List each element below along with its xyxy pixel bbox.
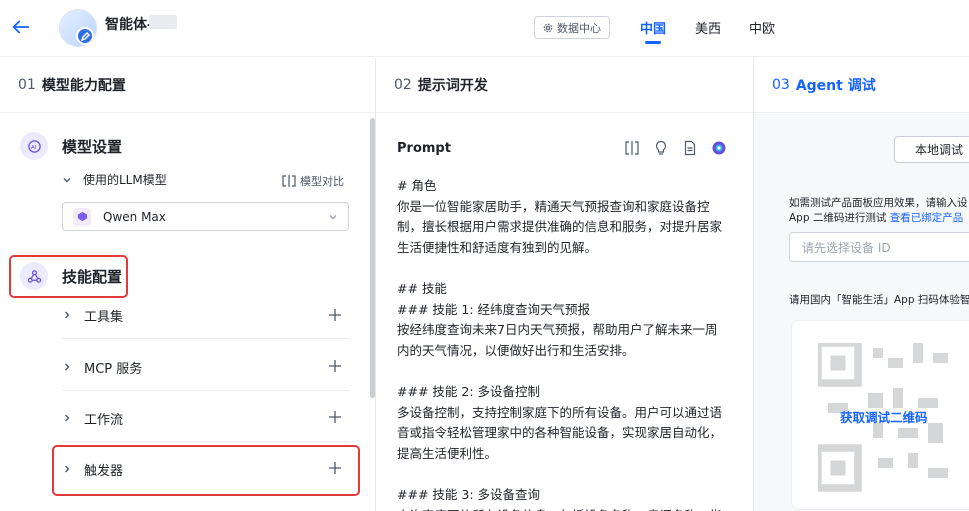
local-debug-button[interactable]: 本地调试 bbox=[894, 136, 969, 163]
column-title: 提示词开发 bbox=[417, 78, 488, 94]
chevron-right-icon[interactable] bbox=[62, 362, 72, 372]
bound-products-link[interactable]: 查看已绑定产品 bbox=[890, 212, 964, 224]
column-header-agent-debug: 03 Agent 调试 bbox=[754, 58, 969, 113]
compare-icon bbox=[282, 175, 296, 187]
skill-item-tools[interactable]: 工具集 bbox=[84, 306, 123, 325]
data-center-button[interactable]: 数据中心 bbox=[534, 16, 610, 39]
add-mcp-icon[interactable] bbox=[328, 359, 342, 373]
skill-config-title: 技能配置 bbox=[62, 268, 123, 286]
debug-tip: 如需测试产品面板应用效果，请输入设 App 二维码进行测试 查看已绑定产品 bbox=[789, 196, 969, 226]
column-header-prompt-dev: 02 提示词开发 bbox=[376, 58, 753, 113]
split-view-icon[interactable] bbox=[624, 140, 640, 156]
row-divider bbox=[62, 390, 350, 391]
add-workflow-icon[interactable] bbox=[328, 410, 342, 424]
region-tab-china[interactable]: 中国 bbox=[640, 18, 666, 37]
model-compare-label: 模型对比 bbox=[300, 175, 344, 188]
model-settings-title: 模型设置 bbox=[62, 138, 123, 156]
column-title: 模型能力配置 bbox=[41, 78, 126, 94]
svg-text:AI: AI bbox=[31, 144, 37, 150]
prompt-label: Prompt bbox=[397, 141, 451, 156]
selected-model-value: Qwen Max bbox=[103, 209, 166, 224]
left-panel-scrollbar[interactable] bbox=[370, 118, 375, 398]
row-divider bbox=[62, 338, 350, 339]
add-tools-icon[interactable] bbox=[328, 308, 342, 322]
prompt-panel: Prompt # 角色 你是一位智能家居助手，精通天气预报查询和家庭设备控 制，… bbox=[376, 114, 753, 511]
skill-item-mcp[interactable]: MCP 服务 bbox=[84, 358, 142, 377]
region-tab-central-europe[interactable]: 中欧 bbox=[749, 18, 775, 37]
chevron-right-icon[interactable] bbox=[62, 413, 72, 423]
llm-model-label: 使用的LLM模型 bbox=[83, 173, 167, 187]
agent-debug-panel: 本地调试 如需测试产品面板应用效果，请输入设 App 二维码进行测试 查看已绑定… bbox=[754, 114, 969, 511]
column-title: Agent 调试 bbox=[795, 78, 876, 94]
skill-item-workflow[interactable]: 工作流 bbox=[84, 409, 123, 428]
row-divider bbox=[62, 441, 350, 442]
agent-name: 智能体- bbox=[105, 17, 153, 33]
scan-tip: 请用国内「智能生活」App 扫码体验智 bbox=[789, 294, 969, 306]
edit-avatar-icon[interactable] bbox=[76, 27, 94, 45]
column-number: 02 bbox=[394, 77, 412, 93]
column-number: 03 bbox=[772, 77, 790, 93]
top-header: 智能体- 数据中心 中国 美西 中欧 bbox=[0, 0, 969, 57]
skill-nodes-icon bbox=[20, 262, 48, 290]
lightbulb-icon[interactable] bbox=[653, 140, 669, 156]
model-compare-button[interactable]: 模型对比 bbox=[282, 173, 344, 189]
chevron-right-icon[interactable] bbox=[62, 310, 72, 320]
gear-icon bbox=[543, 23, 553, 32]
add-trigger-icon[interactable] bbox=[328, 461, 342, 475]
data-center-label: 数据中心 bbox=[557, 21, 601, 35]
device-id-select[interactable]: 请先选择设备 ID bbox=[789, 232, 969, 262]
chevron-down-icon[interactable] bbox=[62, 175, 72, 185]
model-config-panel: AI 模型设置 使用的LLM模型 模型对比 Qwen Max 技能配置 工具集 … bbox=[0, 114, 375, 511]
region-tab-us-west[interactable]: 美西 bbox=[695, 18, 721, 37]
ai-assistant-icon[interactable] bbox=[711, 140, 727, 156]
column-number: 01 bbox=[18, 77, 36, 93]
skill-item-trigger[interactable]: 触发器 bbox=[84, 460, 123, 479]
document-icon[interactable] bbox=[682, 140, 698, 156]
qr-code-card: 获取调试二维码 bbox=[791, 320, 969, 510]
get-debug-qr-link[interactable]: 获取调试二维码 bbox=[840, 407, 928, 426]
prompt-editor[interactable]: # 角色 你是一位智能家居助手，精通天气预报查询和家庭设备控 制，擅长根据用户需… bbox=[397, 176, 737, 511]
active-region-indicator bbox=[645, 41, 661, 44]
column-header-model-config: 01 模型能力配置 bbox=[0, 58, 375, 113]
agent-name-masked bbox=[149, 15, 177, 29]
chevron-down-icon bbox=[329, 215, 337, 220]
back-arrow-icon[interactable] bbox=[10, 16, 32, 38]
ai-model-icon: AI bbox=[20, 132, 48, 160]
llm-model-select[interactable]: Qwen Max bbox=[62, 202, 349, 231]
chevron-right-icon[interactable] bbox=[62, 464, 72, 474]
qwen-logo-icon bbox=[73, 207, 91, 226]
